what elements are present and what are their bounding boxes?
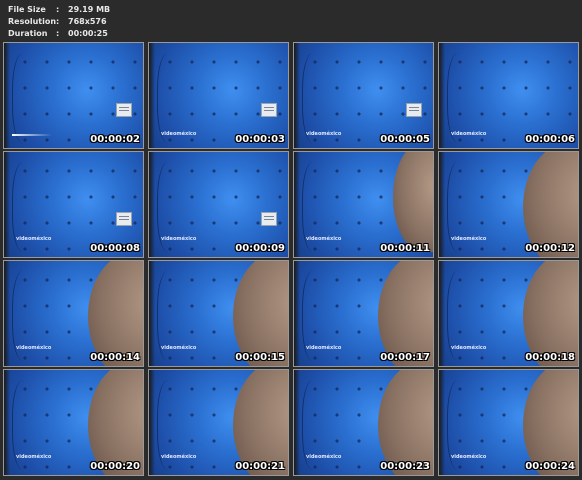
watermark-text: videoméxico (16, 345, 52, 351)
timestamp-label: 00:00:02 (90, 134, 140, 145)
resolution-label: Resolution (8, 17, 57, 26)
video-thumbnail[interactable]: videoméxico 00:00:12 (438, 151, 579, 258)
watermark-text: videoméxico (306, 345, 342, 351)
file-info-panel: File Size : 29.19 MB Resolution : 768x57… (8, 4, 110, 40)
frame-shadow (294, 43, 300, 148)
frame-shadow (439, 152, 445, 257)
watermark-text: videoméxico (451, 454, 487, 460)
video-thumbnail[interactable]: videoméxico 00:00:14 (3, 260, 144, 367)
resolution-row: Resolution : 768x576 (8, 16, 110, 28)
watermark-text: videoméxico (161, 345, 197, 351)
file-size-value: 29.19 MB (68, 5, 111, 14)
separator: : (56, 29, 60, 38)
duration-row: Duration : 00:00:25 (8, 28, 110, 40)
separator: : (56, 5, 60, 14)
video-thumbnail[interactable]: videoméxico 00:00:15 (148, 260, 289, 367)
video-thumbnail[interactable]: videoméxico 00:00:03 (148, 42, 289, 149)
video-thumbnail[interactable]: 00:00:02 (3, 42, 144, 149)
video-thumbnail[interactable]: videoméxico 00:00:20 (3, 369, 144, 476)
light-streak (12, 134, 52, 136)
watermark-text: videoméxico (161, 236, 197, 242)
timestamp-label: 00:00:09 (235, 243, 285, 254)
wall-seam (302, 53, 329, 143)
frame-shadow (149, 370, 155, 475)
watermark-text: videoméxico (451, 236, 487, 242)
timestamp-label: 00:00:11 (380, 243, 430, 254)
timestamp-label: 00:00:17 (380, 352, 430, 363)
timestamp-label: 00:00:14 (90, 352, 140, 363)
frame-shadow (294, 261, 300, 366)
watermark-text: videoméxico (16, 454, 52, 460)
watermark-text: videoméxico (161, 454, 197, 460)
wall-seam (157, 53, 184, 143)
frame-shadow (4, 152, 10, 257)
watermark-text: videoméxico (306, 131, 342, 137)
timestamp-label: 00:00:21 (235, 461, 285, 472)
timestamp-label: 00:00:23 (380, 461, 430, 472)
video-thumbnail[interactable]: videoméxico 00:00:24 (438, 369, 579, 476)
wall-seam (447, 53, 474, 143)
timestamp-label: 00:00:24 (525, 461, 575, 472)
watermark-text: videoméxico (451, 345, 487, 351)
duration-label: Duration (8, 29, 48, 38)
watermark-text: videoméxico (451, 131, 487, 137)
timestamp-label: 00:00:18 (525, 352, 575, 363)
resolution-value: 768x576 (68, 17, 107, 26)
wall-seam (12, 53, 39, 143)
video-thumbnail[interactable]: videoméxico 00:00:06 (438, 42, 579, 149)
timestamp-label: 00:00:05 (380, 134, 430, 145)
watermark-text: videoméxico (306, 236, 342, 242)
timestamp-label: 00:00:15 (235, 352, 285, 363)
timestamp-label: 00:00:20 (90, 461, 140, 472)
frame-shadow (439, 261, 445, 366)
file-size-row: File Size : 29.19 MB (8, 4, 110, 16)
video-thumbnail[interactable]: videoméxico 00:00:17 (293, 260, 434, 367)
video-thumbnail[interactable]: videoméxico 00:00:11 (293, 151, 434, 258)
video-thumbnail[interactable]: videoméxico 00:00:05 (293, 42, 434, 149)
frame-shadow (4, 261, 10, 366)
video-thumbnail[interactable]: videoméxico 00:00:23 (293, 369, 434, 476)
video-thumbnail[interactable]: videoméxico 00:00:21 (148, 369, 289, 476)
video-thumbnail[interactable]: videoméxico 00:00:18 (438, 260, 579, 367)
wall-label-sticker (116, 103, 132, 117)
frame-shadow (439, 43, 445, 148)
frame-shadow (149, 261, 155, 366)
frame-shadow (4, 43, 10, 148)
wall-label-sticker (406, 103, 422, 117)
timestamp-label: 00:00:12 (525, 243, 575, 254)
frame-shadow (149, 43, 155, 148)
frame-shadow (294, 152, 300, 257)
timestamp-label: 00:00:06 (525, 134, 575, 145)
frame-shadow (4, 370, 10, 475)
frame-shadow (149, 152, 155, 257)
video-thumbnail[interactable]: videoméxico 00:00:08 (3, 151, 144, 258)
frame-shadow (439, 370, 445, 475)
video-thumbnail[interactable]: videoméxico 00:00:09 (148, 151, 289, 258)
watermark-text: videoméxico (161, 131, 197, 137)
watermark-text: videoméxico (306, 454, 342, 460)
wall-label-sticker (261, 103, 277, 117)
timestamp-label: 00:00:03 (235, 134, 285, 145)
frame-shadow (294, 370, 300, 475)
separator: : (56, 17, 60, 26)
file-size-label: File Size (8, 5, 46, 14)
wall-label-sticker (116, 212, 132, 226)
timestamp-label: 00:00:08 (90, 243, 140, 254)
wall-label-sticker (261, 212, 277, 226)
thumbnail-grid: 00:00:02 videoméxico 00:00:03 videoméxico 00… (3, 42, 579, 476)
duration-value: 00:00:25 (68, 29, 108, 38)
watermark-text: videoméxico (16, 236, 52, 242)
